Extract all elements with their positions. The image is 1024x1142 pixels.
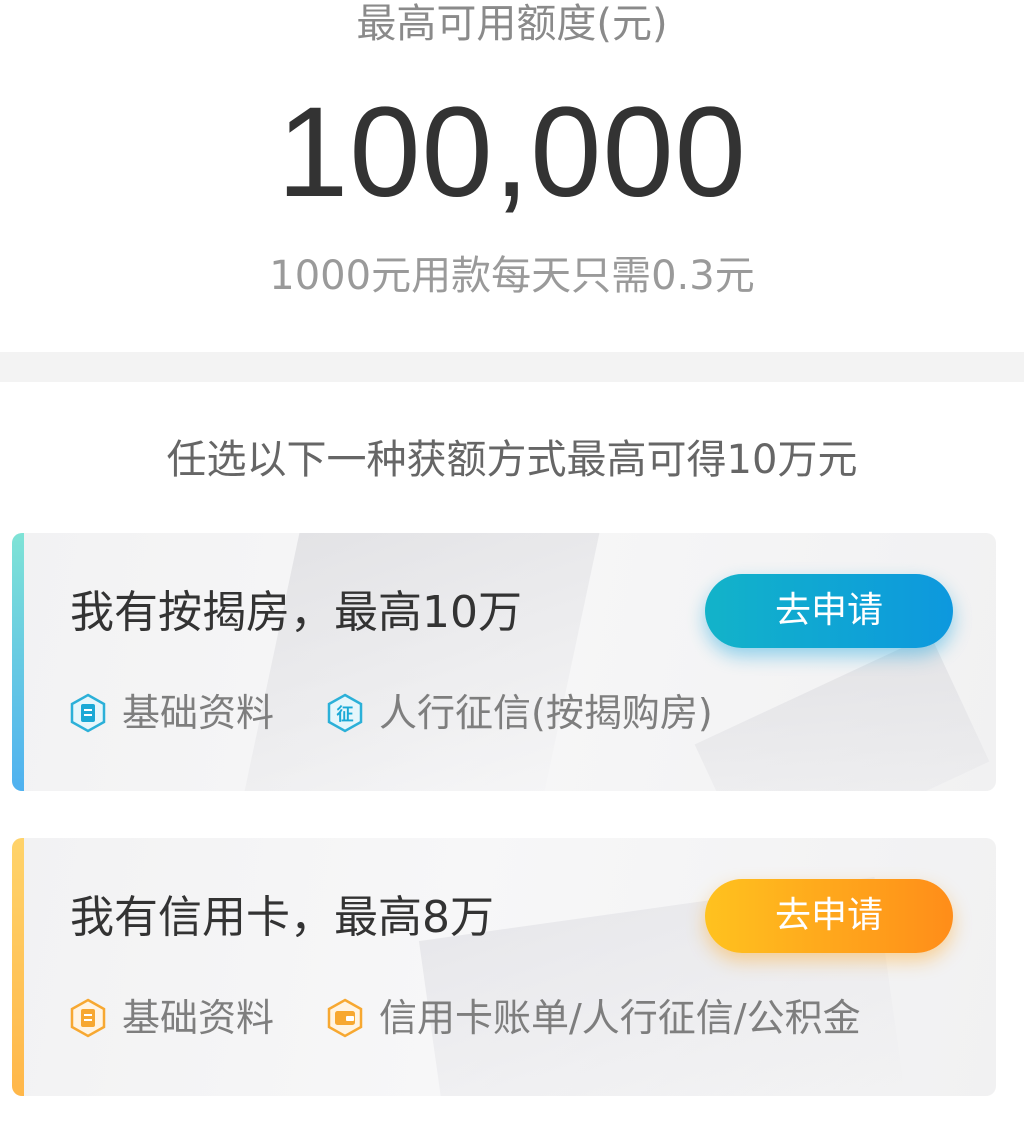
credit-card-option-card[interactable]: 我有信用卡，最高8万 去申请 基础资料 信用卡账单/人行征信/公积金 <box>12 838 996 1096</box>
mortgage-option-card[interactable]: 我有按揭房，最高10万 去申请 基础资料 征 人行征信(按揭购房) <box>12 533 996 791</box>
requirement-item: 征 人行征信(按揭购房) <box>325 689 713 737</box>
card-title: 我有按揭房，最高10万 <box>70 587 522 638</box>
options-heading: 任选以下一种获额方式最高可得10万元 <box>166 437 858 483</box>
credit-report-icon: 征 <box>327 693 363 733</box>
requirement-label: 基础资料 <box>122 996 275 1040</box>
section-divider <box>0 352 1024 382</box>
card-title: 我有信用卡，最高8万 <box>70 892 494 943</box>
requirement-item: 基础资料 <box>68 689 274 737</box>
document-icon <box>70 693 106 733</box>
card-accent-bar <box>12 533 24 791</box>
card-background-graphic <box>244 533 600 791</box>
requirement-label: 基础资料 <box>122 691 275 735</box>
credit-limit-section: 最高可用额度(元) 100,000 1000元用款每天只需0.3元 <box>0 0 1024 352</box>
apply-button[interactable]: 去申请 <box>705 574 953 648</box>
requirement-label: 人行征信(按揭购房) <box>379 691 713 735</box>
requirement-label: 信用卡账单/人行征信/公积金 <box>379 996 861 1040</box>
limit-note: 1000元用款每天只需0.3元 <box>269 253 755 299</box>
wallet-icon <box>327 998 363 1038</box>
document-icon <box>70 998 106 1038</box>
card-background-graphic <box>694 634 990 791</box>
limit-title: 最高可用额度(元) <box>356 1 668 47</box>
requirement-item: 基础资料 <box>68 994 274 1042</box>
card-accent-bar <box>12 838 24 1096</box>
apply-button[interactable]: 去申请 <box>705 879 953 953</box>
credit-report-icon-text: 征 <box>337 704 354 725</box>
requirement-item: 信用卡账单/人行征信/公积金 <box>325 994 861 1042</box>
limit-amount: 100,000 <box>277 81 747 224</box>
